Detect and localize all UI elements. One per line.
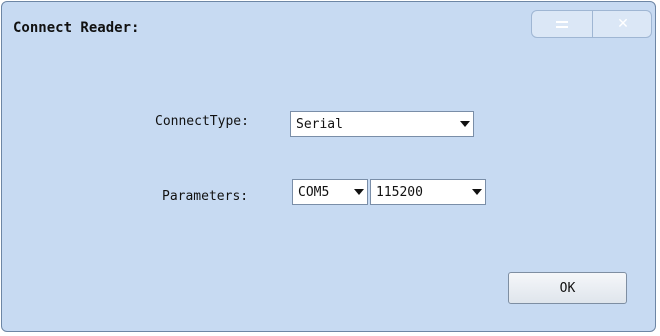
close-icon: ✕ [617,16,629,32]
dialog-title: Connect Reader: [13,20,140,36]
connect-type-select[interactable]: Serial [290,111,474,137]
connect-reader-dialog: Connect Reader: ✕ ConnectType: Serial Pa… [1,1,656,332]
baud-rate-value: 115200 [376,184,423,200]
close-button[interactable]: ✕ [592,11,653,37]
chevron-down-icon [469,180,485,204]
parameters-label: Parameters: [162,189,249,204]
window-controls: ✕ [531,10,652,38]
chevron-down-icon [457,112,473,136]
port-value: COM5 [298,184,330,200]
menu-button[interactable] [532,11,592,37]
baud-rate-select[interactable]: 115200 [370,179,486,205]
port-select[interactable]: COM5 [292,179,368,205]
connect-type-value: Serial [296,116,343,132]
menu-icon [556,20,568,29]
connect-type-label: ConnectType: [155,114,249,129]
ok-button[interactable]: OK [508,272,627,304]
chevron-down-icon [351,180,367,204]
